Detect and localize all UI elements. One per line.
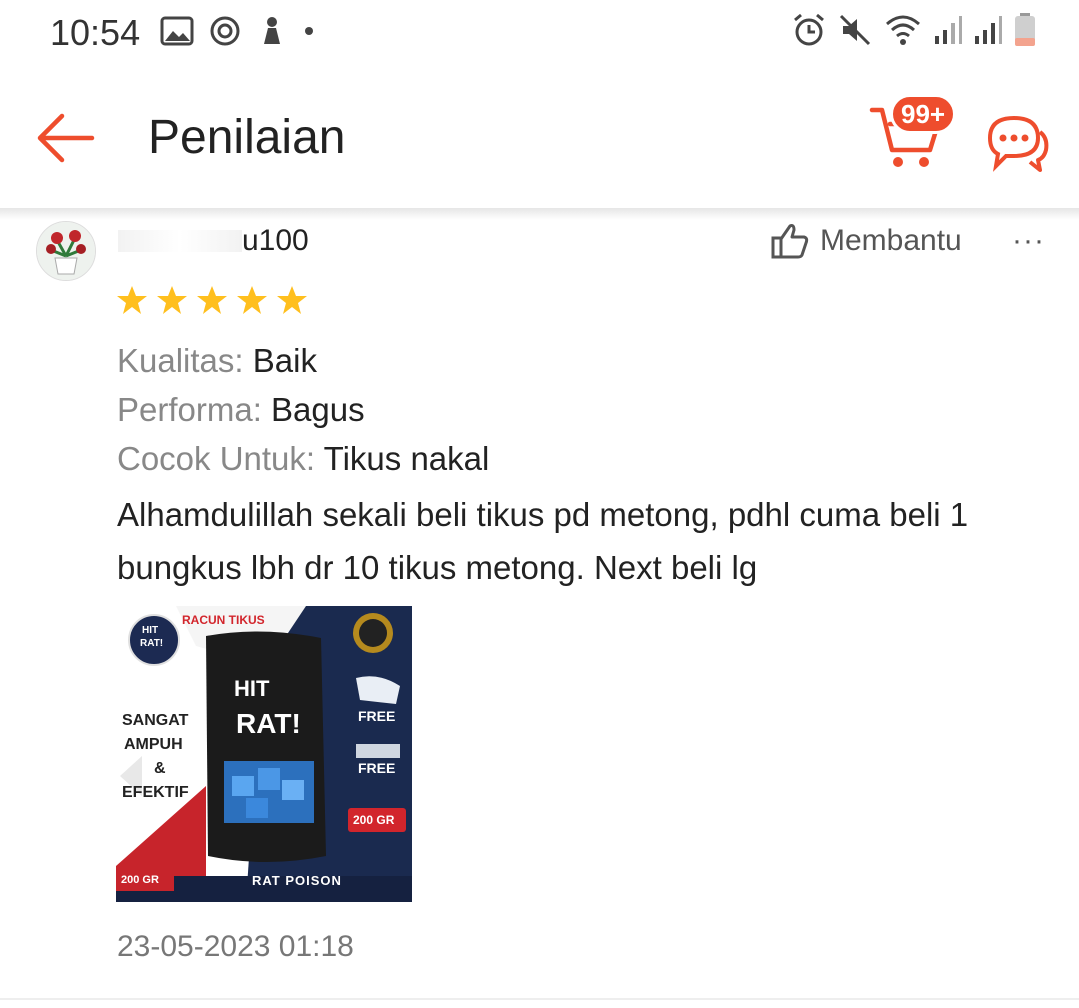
photo-logo-line2: RAT! bbox=[140, 638, 164, 649]
photo-free-label: FREE bbox=[358, 708, 396, 724]
page-title: Penilaian bbox=[148, 111, 346, 164]
attribute-key: Cocok Untuk: bbox=[117, 440, 316, 477]
helpful-label: Membantu bbox=[820, 224, 962, 257]
mute-icon bbox=[839, 14, 871, 46]
battery-low-icon bbox=[1015, 13, 1035, 46]
rating-stars bbox=[116, 284, 308, 316]
photo-side-text: SANGAT bbox=[122, 712, 189, 729]
review-text: Alhamdulillah sekali beli tikus pd meton… bbox=[117, 496, 969, 586]
back-arrow-icon[interactable] bbox=[34, 108, 96, 168]
header-shadow bbox=[0, 208, 1079, 220]
signal-icon bbox=[935, 16, 962, 44]
photo-free-label: FREE bbox=[358, 760, 396, 776]
star-icon bbox=[197, 286, 227, 314]
attribute-value: Tikus nakal bbox=[323, 440, 490, 477]
more-options-button[interactable]: ··· bbox=[1012, 224, 1045, 258]
sync-icon bbox=[210, 16, 240, 46]
avatar[interactable] bbox=[36, 221, 96, 281]
status-right-icons bbox=[791, 12, 1037, 48]
attribute-performance: Performa: Bagus bbox=[117, 391, 365, 429]
photo-brand-line1: HIT bbox=[234, 676, 270, 701]
attribute-key: Performa: bbox=[117, 391, 262, 428]
dot-icon bbox=[305, 27, 313, 35]
photo-side-text: EFEKTIF bbox=[122, 784, 189, 801]
wifi-icon bbox=[886, 15, 920, 45]
star-icon bbox=[237, 286, 267, 314]
gallery-icon bbox=[160, 16, 194, 46]
status-left-icons bbox=[160, 14, 316, 48]
photo-weight-left: 200 GR bbox=[121, 874, 159, 886]
star-icon bbox=[117, 286, 147, 314]
signal-icon bbox=[975, 16, 1002, 44]
notification-app-icon bbox=[264, 17, 280, 44]
divider bbox=[0, 998, 1079, 1000]
photo-footer-label: RAT POISON bbox=[252, 873, 342, 888]
status-time: 10:54 bbox=[50, 12, 141, 53]
status-bar: 10:54 bbox=[0, 0, 1079, 68]
attribute-quality: Kualitas: Baik bbox=[117, 342, 317, 380]
flower-avatar-icon bbox=[37, 222, 95, 280]
product-photo bbox=[116, 606, 412, 902]
thumbs-up-icon bbox=[771, 224, 809, 259]
cart-badge: 99+ bbox=[890, 94, 957, 134]
helpful-button[interactable]: Membantu bbox=[770, 222, 962, 260]
photo-logo-line1: HIT bbox=[142, 625, 159, 636]
attribute-value: Baik bbox=[252, 342, 317, 379]
photo-weight-right: 200 GR bbox=[353, 813, 395, 827]
username-blur bbox=[118, 230, 242, 252]
photo-side-text: & bbox=[154, 760, 166, 777]
star-icon bbox=[157, 286, 187, 314]
chat-icon[interactable] bbox=[984, 112, 1052, 172]
reviewer-username: u100 bbox=[118, 224, 309, 258]
alarm-icon bbox=[794, 13, 824, 46]
attribute-key: Kualitas: bbox=[117, 342, 244, 379]
star-icon bbox=[277, 286, 307, 314]
review-photo[interactable]: RACUN TIKUS HIT RAT! HIT RAT! SANGAT AMP… bbox=[116, 606, 412, 902]
photo-side-text: AMPUH bbox=[124, 736, 183, 753]
photo-top-label: RACUN TIKUS bbox=[182, 613, 265, 627]
app-header: Penilaian 99+ bbox=[0, 68, 1079, 208]
attribute-value: Bagus bbox=[271, 391, 365, 428]
photo-brand-line2: RAT! bbox=[236, 708, 301, 739]
attribute-suitable-for: Cocok Untuk: Tikus nakal bbox=[117, 440, 489, 478]
review-date: 23-05-2023 01:18 bbox=[117, 930, 354, 963]
